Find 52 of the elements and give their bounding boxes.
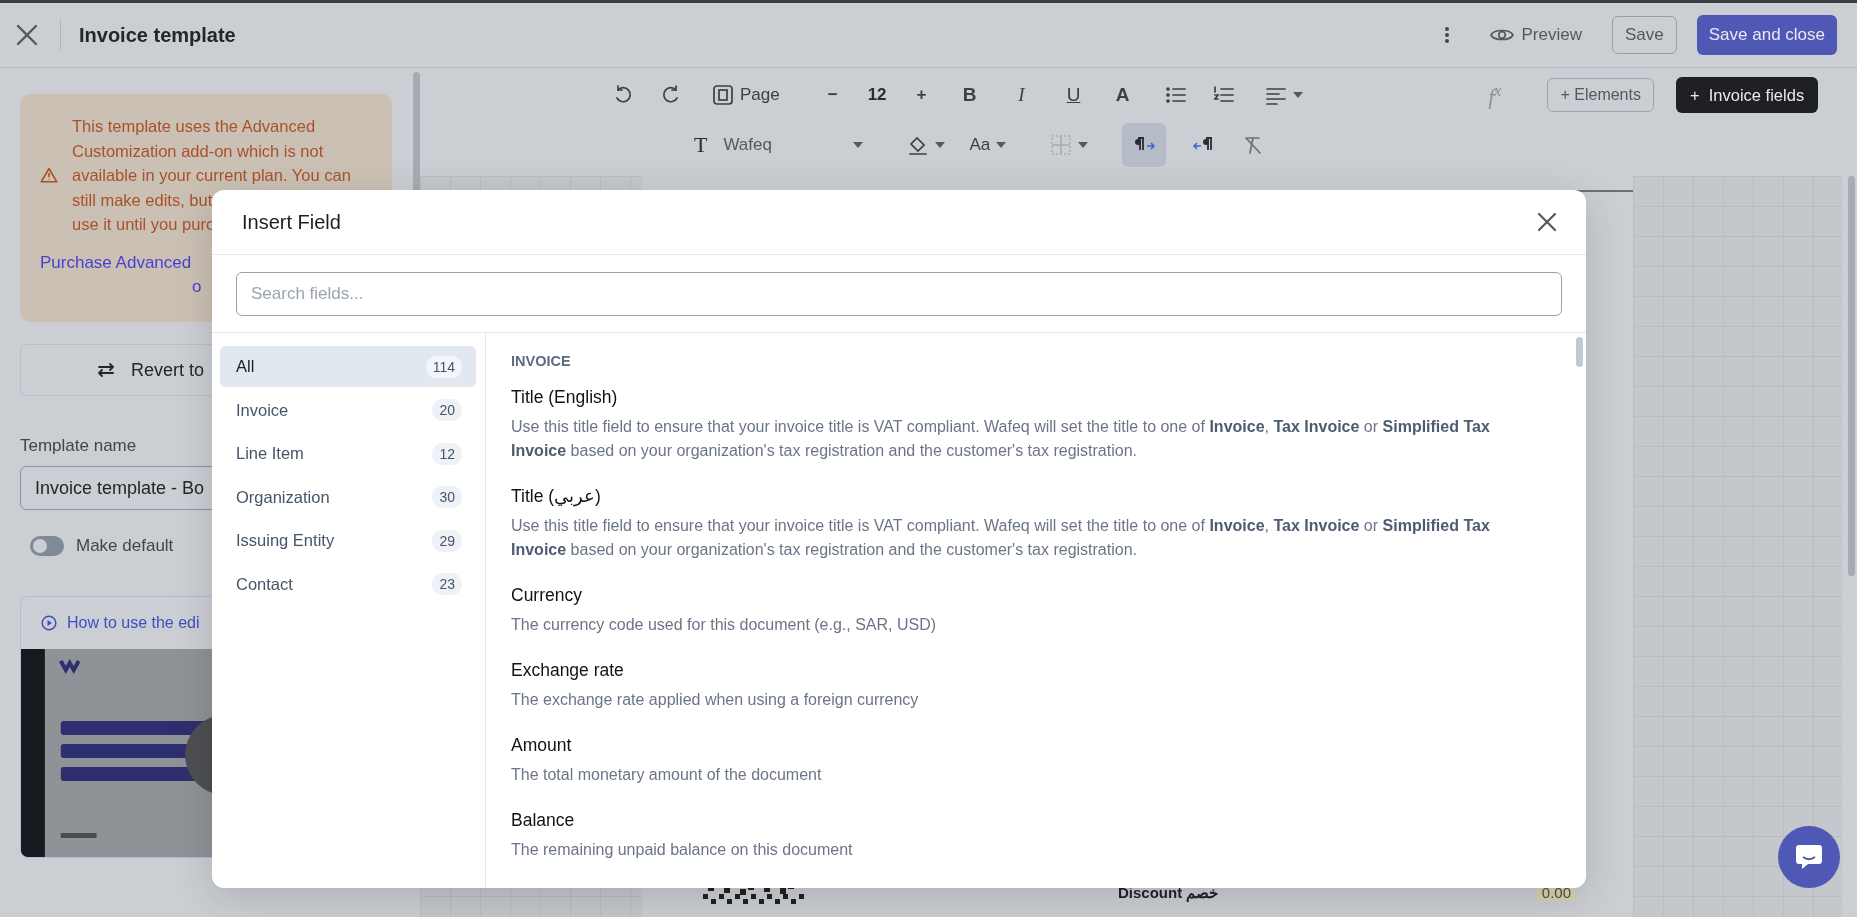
preview-button[interactable]: Preview	[1489, 25, 1582, 45]
field-description: Use this title field to ensure that your invoice title is VAT compliant. Wafeq will set the title to one of Invoice, Tax Invoice or Simplified Tax Invoice based on your organization's tax registration and the customer's tax registration.	[511, 516, 1491, 560]
decrease-button[interactable]: −	[823, 81, 842, 109]
count-badge: 114	[425, 355, 462, 378]
category-item[interactable]: Contact 23	[220, 563, 476, 605]
field-description: The remaining unpaid balance on this document	[511, 840, 854, 860]
field-description: The exchange rate applied when using a foreign currency	[511, 690, 920, 710]
font-icon: T	[694, 132, 708, 158]
field-label: Template name	[20, 436, 137, 456]
field-title[interactable]: Title (عربي)	[511, 486, 1546, 507]
italic-button[interactable]: I	[1008, 80, 1035, 110]
font-size-value[interactable]: 12	[867, 85, 887, 105]
category-item[interactable]: Issuing Entity 29	[220, 520, 476, 562]
field-description: The currency code used for this document (e.g., SAR, USD)	[511, 615, 938, 635]
bold-button[interactable]: B	[956, 80, 983, 110]
field-description: Use this title field to ensure that your invoice title is VAT compliant. Wafeq will set the title to one of Invoice, Tax Invoice or Simplified Tax Invoice based on your organization's tax registration and the customer's tax registration.	[511, 417, 1491, 461]
purchase-link[interactable]: Purchase Advanced	[40, 250, 192, 275]
count-badge: 29	[432, 529, 462, 552]
font-select[interactable]: Wafeq	[723, 135, 864, 155]
page-button[interactable]: Page	[708, 80, 784, 110]
warning-text: This template uses the Advanced	[72, 116, 316, 137]
count-badge: 23	[432, 573, 462, 596]
increase-button[interactable]: +	[912, 81, 931, 109]
dialog-title: Insert Field	[242, 210, 341, 234]
toggle-label: Make default	[76, 536, 174, 556]
invoice-fields-button[interactable]: + Invoice fields	[1675, 77, 1819, 113]
warning-text: available in your current plan. You can	[72, 165, 351, 186]
search-field[interactable]: Search fields...	[236, 272, 1562, 316]
warning-text: still make edits, but	[72, 189, 213, 211]
count-badge: 12	[432, 442, 462, 465]
video-link[interactable]: How to use the edi	[67, 614, 200, 632]
field-title[interactable]: Balance	[511, 810, 1546, 831]
count-badge: 30	[432, 486, 462, 509]
color-button[interactable]: A	[1112, 80, 1139, 110]
section-heading: INVOICE	[511, 353, 572, 369]
warning-text: use it until you purc	[72, 214, 215, 235]
underline-button[interactable]: U	[1060, 80, 1087, 110]
category-item[interactable]: All 114	[220, 346, 476, 387]
field-title[interactable]: Exchange rate	[511, 660, 1546, 681]
elements-button[interactable]: + Elements	[1547, 78, 1654, 112]
field-title[interactable]: Amount	[511, 735, 1546, 756]
save-button[interactable]: Save	[1612, 16, 1677, 54]
count-badge: 20	[432, 399, 462, 422]
page-title: Invoice template	[79, 23, 236, 47]
discount-label: Discount خصم	[1118, 884, 1219, 902]
field-title[interactable]: Currency	[511, 585, 1546, 606]
purchase-link[interactable]: o	[192, 274, 202, 299]
field-title[interactable]: Title (English)	[511, 387, 1546, 408]
warning-text: Customization add-on which is not	[72, 140, 324, 162]
save-and-close-button[interactable]: Save and close	[1696, 15, 1837, 55]
field-description: The total monetary amount of the document	[511, 765, 823, 785]
text-case-button[interactable]: Aa	[965, 131, 1011, 159]
